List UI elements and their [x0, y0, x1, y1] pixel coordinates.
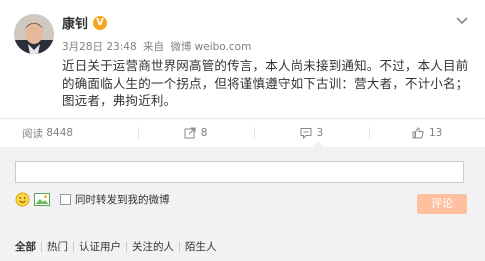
read-label: 阅读 — [22, 127, 43, 140]
user-name[interactable]: 康钊 — [62, 13, 88, 32]
comment-input[interactable] — [15, 161, 464, 183]
comment-filter-tabs: 全部 热门 认证用户 关注的人 陌生人 — [15, 239, 222, 254]
repost-checkbox-label[interactable]: 同时转发到我的微博 — [75, 192, 170, 207]
filter-tab-all[interactable]: 全部 — [15, 239, 41, 254]
post-timestamp[interactable]: 3月28日 23:48 — [62, 41, 137, 53]
filter-tab-following[interactable]: 关注的人 — [127, 239, 179, 254]
image-icon[interactable] — [34, 193, 50, 206]
name-row: 康钊 V — [62, 13, 108, 32]
repost-count: 8 — [200, 127, 208, 139]
repost-button[interactable]: 8 — [137, 119, 254, 147]
repost-checkbox[interactable] — [60, 194, 71, 205]
read-count-value: 8448 — [46, 127, 74, 139]
repost-icon — [184, 127, 196, 139]
comment-pointer — [312, 141, 324, 147]
like-count: 13 — [428, 127, 443, 139]
avatar[interactable] — [14, 14, 54, 54]
smiley-icon[interactable] — [15, 192, 30, 207]
comment-tools: 同时转发到我的微博 — [15, 192, 170, 207]
read-count: 阅读 8448 — [0, 119, 138, 147]
submit-comment-button[interactable]: 评论 — [417, 194, 467, 214]
like-button[interactable]: 13 — [369, 119, 485, 147]
filter-tab-hot[interactable]: 热门 — [42, 239, 73, 254]
comment-icon — [300, 128, 312, 139]
chevron-down-icon[interactable] — [455, 16, 469, 26]
post-meta: 3月28日 23:48 来自 微博 weibo.com — [62, 39, 254, 54]
post-text: 近日关于运营商世界网高管的传言，本人尚未接到通知。不过，本人目前的确面临人生的一… — [62, 58, 469, 108]
weibo-post-card: 康钊 V 3月28日 23:48 来自 微博 weibo.com 近日关于运营商… — [0, 0, 485, 261]
post-source[interactable]: 微博 weibo.com — [170, 41, 251, 53]
filter-tab-strangers[interactable]: 陌生人 — [180, 239, 222, 254]
thumbs-up-icon — [412, 127, 424, 139]
action-bar: 阅读 8448 8 3 13 — [0, 118, 485, 147]
source-label: 来自 — [142, 41, 164, 53]
verified-badge-icon: V — [93, 15, 108, 30]
comment-count: 3 — [316, 127, 324, 139]
filter-tab-verified[interactable]: 认证用户 — [74, 239, 126, 254]
comment-section: 同时转发到我的微博 评论 全部 热门 认证用户 关注的人 陌生人 — [0, 141, 485, 261]
